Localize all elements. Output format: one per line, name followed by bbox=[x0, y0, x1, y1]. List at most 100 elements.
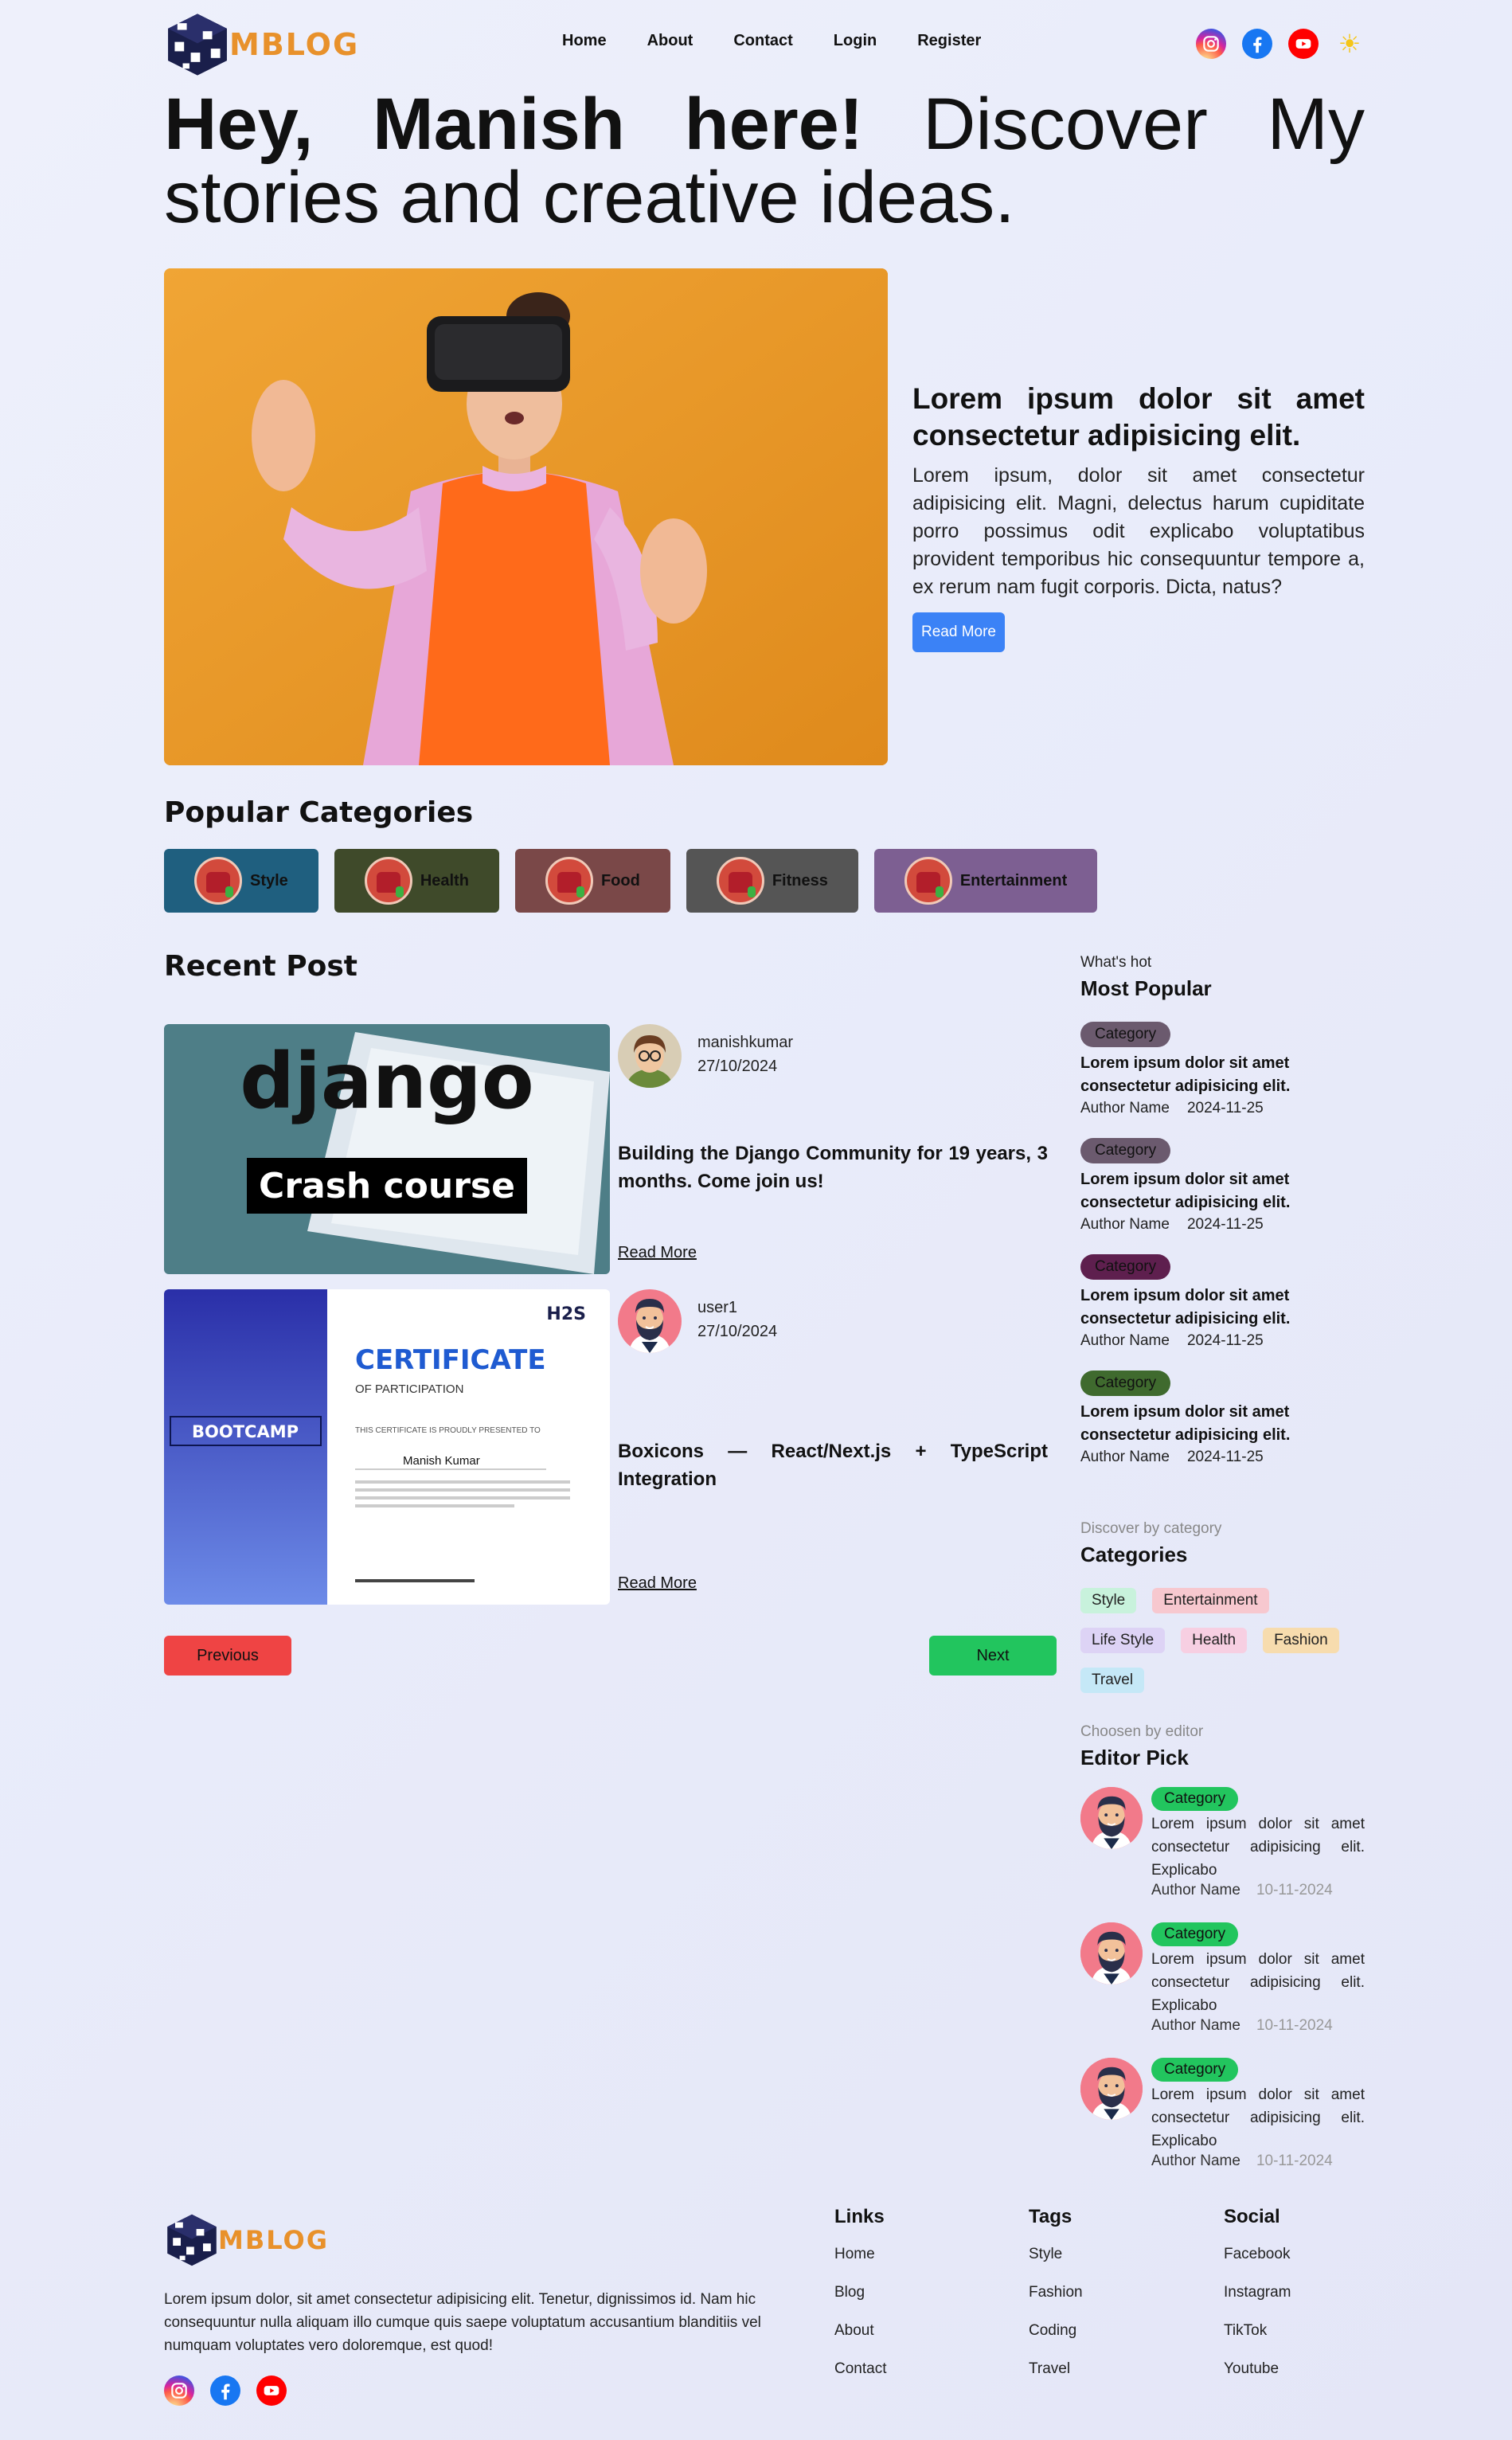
footer-logo[interactable]: MBLOG bbox=[164, 2212, 329, 2268]
editor-pick-item[interactable]: Category Lorem ipsum dolor sit amet cons… bbox=[1080, 1922, 1365, 2058]
post-image[interactable]: BOOTCAMP H2S CERTIFICATE OF PARTICIPATIO… bbox=[164, 1289, 610, 1605]
nav-links: Home About Contact Login Register bbox=[562, 32, 1022, 50]
editor-pick-meta: Author Name 10-11-2024 bbox=[1151, 2153, 1365, 2170]
category-label: Entertainment bbox=[959, 871, 1068, 890]
category-badge[interactable]: Category bbox=[1080, 1371, 1171, 1396]
nav-social: ☀ bbox=[1196, 29, 1365, 59]
popular-item-meta: Author Name 2024-11-25 bbox=[1080, 1449, 1365, 1466]
instagram-icon[interactable] bbox=[164, 2375, 194, 2406]
category-pill-food[interactable]: Food bbox=[514, 849, 670, 913]
footer-links-heading: Links bbox=[834, 2206, 885, 2227]
post-title[interactable]: Boxicons — React/Next.js + TypeScript In… bbox=[618, 1437, 1048, 1493]
category-pill-health[interactable]: Health bbox=[334, 849, 499, 913]
popular-item-date: 2024-11-25 bbox=[1186, 1332, 1264, 1349]
category-badge[interactable]: Category bbox=[1080, 1254, 1171, 1280]
read-more-button[interactable]: Read More bbox=[912, 612, 1005, 652]
editor-pick-heading: Editor Pick bbox=[1080, 1746, 1189, 1769]
cube-logo-icon bbox=[164, 2212, 220, 2268]
post-card: BOOTCAMP H2S CERTIFICATE OF PARTICIPATIO… bbox=[164, 1289, 1056, 1605]
category-badge[interactable]: Category bbox=[1080, 1138, 1171, 1163]
category-pill-fitness[interactable]: Fitness bbox=[686, 849, 858, 913]
footer-tag-fashion[interactable]: Fashion bbox=[1029, 2284, 1083, 2301]
category-badge[interactable]: Category bbox=[1151, 1787, 1239, 1811]
category-badge[interactable]: Category bbox=[1080, 1022, 1171, 1047]
feature-body: Lorem ipsum, dolor sit amet consectetur … bbox=[912, 464, 1365, 598]
tag-health[interactable]: Health bbox=[1181, 1628, 1248, 1653]
post-card: django Crash course manishkumar 27/10/20… bbox=[164, 1024, 1056, 1274]
theme-toggle-sun-icon[interactable]: ☀ bbox=[1334, 29, 1365, 59]
nav-link-about[interactable]: About bbox=[647, 32, 693, 50]
recent-post-title: Recent Post bbox=[164, 950, 358, 983]
footer-tag-travel[interactable]: Travel bbox=[1029, 2360, 1083, 2378]
read-more-link[interactable]: Read More bbox=[618, 1574, 697, 1593]
footer-social-facebook[interactable]: Facebook bbox=[1224, 2246, 1291, 2263]
popular-item-date: 2024-11-25 bbox=[1186, 1100, 1264, 1116]
tag-style[interactable]: Style bbox=[1080, 1588, 1137, 1613]
tag-life-style[interactable]: Life Style bbox=[1080, 1628, 1166, 1653]
category-badge[interactable]: Category bbox=[1151, 2058, 1239, 2082]
most-popular-heading: Most Popular bbox=[1080, 976, 1212, 1000]
footer-links-column: Links Home Blog About Contact bbox=[834, 2206, 886, 2399]
recipient-image-text: Manish Kumar bbox=[403, 1454, 480, 1468]
footer-link-home[interactable]: Home bbox=[834, 2246, 886, 2263]
footer-tag-style[interactable]: Style bbox=[1029, 2246, 1083, 2263]
category-label: Food bbox=[600, 871, 640, 890]
post-author: manishkumar bbox=[697, 1034, 794, 1051]
nav-link-login[interactable]: Login bbox=[834, 32, 877, 50]
hero-title: Hey, Manish here! Discover My stories an… bbox=[164, 88, 1365, 234]
editor-pick-date: 10-11-2024 bbox=[1256, 2017, 1333, 2034]
read-more-link[interactable]: Read More bbox=[618, 1244, 697, 1262]
tag-travel[interactable]: Travel bbox=[1080, 1668, 1145, 1693]
nav-link-home[interactable]: Home bbox=[562, 32, 607, 50]
footer-tags-heading: Tags bbox=[1029, 2206, 1072, 2227]
post-title[interactable]: Building the Django Community for 19 yea… bbox=[618, 1140, 1048, 1195]
category-badge[interactable]: Category bbox=[1151, 1922, 1239, 1946]
popular-item[interactable]: Category Lorem ipsum dolor sit amet cons… bbox=[1080, 1022, 1365, 1117]
footer-link-blog[interactable]: Blog bbox=[834, 2284, 886, 2301]
youtube-icon[interactable] bbox=[1288, 29, 1319, 59]
popular-item[interactable]: Category Lorem ipsum dolor sit amet cons… bbox=[1080, 1138, 1365, 1234]
footer-link-contact[interactable]: Contact bbox=[834, 2360, 886, 2378]
footer-social-youtube[interactable]: Youtube bbox=[1224, 2360, 1291, 2378]
popular-item[interactable]: Category Lorem ipsum dolor sit amet cons… bbox=[1080, 1254, 1365, 1350]
footer-tag-coding[interactable]: Coding bbox=[1029, 2322, 1083, 2340]
categories-section: Discover by category Categories Style En… bbox=[1080, 1520, 1365, 1693]
footer-logo-text: MBLOG bbox=[218, 2225, 329, 2255]
category-label: Style bbox=[250, 871, 288, 890]
post-image[interactable]: django Crash course bbox=[164, 1024, 610, 1274]
editor-pick-author: Author Name bbox=[1151, 2153, 1240, 2169]
tag-fashion[interactable]: Fashion bbox=[1263, 1628, 1339, 1653]
popular-item[interactable]: Category Lorem ipsum dolor sit amet cons… bbox=[1080, 1371, 1365, 1466]
footer-social-column: Social Facebook Instagram TikTok Youtube bbox=[1224, 2206, 1291, 2399]
cube-logo-icon bbox=[164, 11, 231, 78]
facebook-icon[interactable] bbox=[210, 2375, 240, 2406]
previous-button[interactable]: Previous bbox=[164, 1636, 291, 1676]
instagram-icon[interactable] bbox=[1196, 29, 1226, 59]
facebook-icon[interactable] bbox=[1242, 29, 1272, 59]
tag-entertainment[interactable]: Entertainment bbox=[1152, 1588, 1269, 1613]
editor-pick-date: 10-11-2024 bbox=[1256, 1882, 1333, 1898]
feature-text: Lorem ipsum dolor sit amet consectetur a… bbox=[912, 381, 1365, 652]
editor-avatar bbox=[1080, 1922, 1143, 1984]
post-date: 27/10/2024 bbox=[697, 1323, 778, 1340]
category-pill-style[interactable]: Style bbox=[164, 849, 318, 913]
nav-link-contact[interactable]: Contact bbox=[733, 32, 792, 50]
category-row: Style Health Food Fitness Entertainment bbox=[164, 849, 1098, 913]
footer-link-about[interactable]: About bbox=[834, 2322, 886, 2340]
popular-item-date: 2024-11-25 bbox=[1186, 1216, 1264, 1233]
feature-title: Lorem ipsum dolor sit amet consectetur a… bbox=[912, 382, 1365, 452]
footer-social-instagram[interactable]: Instagram bbox=[1224, 2284, 1291, 2301]
popular-item-meta: Author Name 2024-11-25 bbox=[1080, 1100, 1365, 1117]
popular-item-author: Author Name bbox=[1080, 1100, 1170, 1116]
footer-social-tiktok[interactable]: TikTok bbox=[1224, 2322, 1291, 2340]
youtube-icon[interactable] bbox=[256, 2375, 287, 2406]
next-button[interactable]: Next bbox=[929, 1636, 1057, 1676]
editor-pick-item[interactable]: Category Lorem ipsum dolor sit amet cons… bbox=[1080, 1787, 1365, 1922]
editor-pick-item[interactable]: Category Lorem ipsum dolor sit amet cons… bbox=[1080, 2058, 1365, 2193]
category-pill-entertainment[interactable]: Entertainment bbox=[873, 849, 1098, 913]
popular-item-title: Lorem ipsum dolor sit amet consectetur a… bbox=[1080, 1171, 1291, 1211]
post-author: user1 bbox=[697, 1299, 738, 1316]
site-logo[interactable]: MBLOG bbox=[164, 8, 359, 81]
popular-item-title: Lorem ipsum dolor sit amet consectetur a… bbox=[1080, 1403, 1291, 1444]
nav-link-register[interactable]: Register bbox=[917, 32, 981, 50]
